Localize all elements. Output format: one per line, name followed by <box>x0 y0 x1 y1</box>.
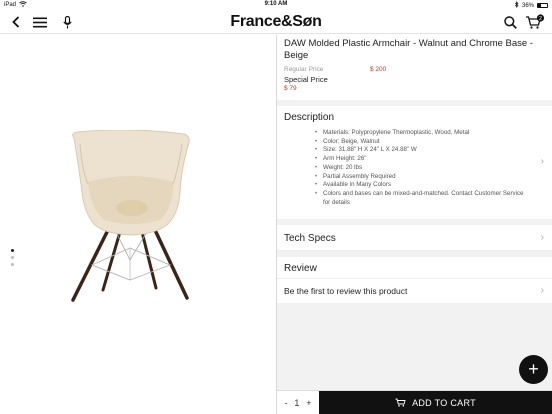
purchase-bar: - 1 + ADD TO CART <box>277 390 552 414</box>
decrease-quantity-button[interactable]: - <box>284 398 287 408</box>
product-image <box>71 130 190 302</box>
status-bar: iPad 9:10 AM 36% <box>0 0 552 10</box>
status-time: 9:10 AM <box>264 1 288 7</box>
chevron-right-icon: › <box>540 232 544 244</box>
cart-icon <box>395 398 406 409</box>
special-price-label: Special Price <box>284 75 328 84</box>
quantity-value[interactable]: 1 <box>294 398 299 408</box>
quantity-stepper[interactable]: - 1 + <box>277 391 319 414</box>
pagination-dot[interactable] <box>11 263 14 266</box>
search-icon[interactable] <box>502 14 518 30</box>
bluetooth-icon <box>514 1 519 10</box>
cart-icon[interactable]: 2 <box>525 14 545 30</box>
battery-icon <box>537 3 548 8</box>
description-item: Color: Beige, Walnut <box>315 138 532 147</box>
pagination-dot[interactable] <box>11 256 14 259</box>
product-title: DAW Molded Plastic Armchair - Walnut and… <box>284 38 534 61</box>
product-image-gallery[interactable] <box>0 35 276 414</box>
description-section[interactable]: Description Materials: Polypropylene The… <box>277 106 552 220</box>
description-item: Available in Many Colors <box>315 181 532 190</box>
special-price-value: $ 79 <box>284 85 297 92</box>
product-details-panel[interactable]: DAW Molded Plastic Armchair - Walnut and… <box>277 35 552 390</box>
description-item: Materials: Polypropylene Thermoplastic, … <box>315 129 532 138</box>
review-section: Review Be the first to review this produ… <box>277 257 552 304</box>
regular-price-value: $ 200 <box>370 66 387 73</box>
write-review-label: Be the first to review this product <box>284 286 408 297</box>
add-to-cart-button[interactable]: ADD TO CART <box>319 391 552 414</box>
chevron-right-icon: › <box>540 156 544 167</box>
description-item: Arm Height: 26" <box>315 155 532 164</box>
description-title: Description <box>284 112 335 123</box>
chevron-right-icon: › <box>540 285 544 297</box>
regular-price-label: Regular Price <box>284 66 324 73</box>
pagination-dot[interactable] <box>11 249 14 252</box>
description-item: Colors and bases can be mixed-and-matche… <box>315 190 532 207</box>
gallery-pagination[interactable] <box>11 249 14 266</box>
top-nav-bar: France&Søn 2 <box>0 10 552 34</box>
description-item: Weight: 20 lbs <box>315 164 532 173</box>
description-list: Materials: Polypropylene Thermoplastic, … <box>277 129 552 219</box>
increase-quantity-button[interactable]: + <box>306 398 311 408</box>
tech-specs-label: Tech Specs <box>284 233 336 245</box>
battery-percent: 36% <box>521 2 534 9</box>
product-header: DAW Molded Plastic Armchair - Walnut and… <box>277 35 552 100</box>
brand-logo[interactable]: France&Søn <box>0 13 552 31</box>
floating-add-button[interactable]: + <box>519 355 548 384</box>
review-title: Review <box>284 263 317 275</box>
description-item: Size: 31.88" H X 24" L X 24.88" W <box>315 146 532 155</box>
tech-specs-row[interactable]: Tech Specs › <box>277 225 552 252</box>
cart-count-badge: 2 <box>539 16 542 22</box>
write-review-row[interactable]: Be the first to review this product › <box>277 279 552 303</box>
description-item: Partial Assembly Required <box>315 173 532 182</box>
add-to-cart-label: ADD TO CART <box>412 398 476 408</box>
